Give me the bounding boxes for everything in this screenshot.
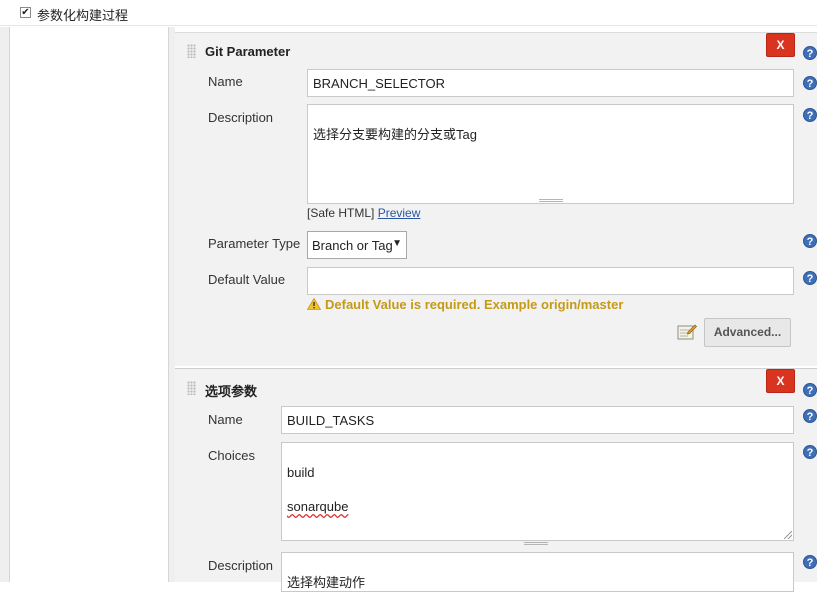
section-header: ✔ 参数化构建过程 [0, 0, 817, 26]
notepad-edit-icon[interactable] [677, 323, 697, 341]
choice-description-textarea[interactable]: 选择构建动作 [281, 552, 794, 592]
git-name-field[interactable]: BRANCH_SELECTOR [307, 69, 794, 97]
drag-handle-icon[interactable] [187, 381, 196, 395]
help-icon[interactable]: ? [803, 108, 817, 122]
help-icon[interactable]: ? [803, 234, 817, 248]
choices-label: Choices [208, 448, 255, 463]
safe-html-text: [Safe HTML] [307, 206, 375, 220]
advanced-button[interactable]: Advanced... [704, 318, 791, 347]
default-value-field[interactable] [307, 267, 794, 295]
parameter-type-label: Parameter Type [208, 236, 301, 251]
help-icon[interactable]: ? [803, 76, 817, 90]
textarea-resize-handle[interactable] [784, 531, 792, 539]
choice-parameter-block: 选项参数 X ? Name BUILD_TASKS ? Choices buil… [175, 368, 817, 592]
textarea-resize-bar[interactable] [524, 542, 548, 545]
name-label: Name [208, 412, 243, 427]
parameterized-build-checkbox[interactable]: ✔ [20, 7, 31, 18]
warning-text: Default Value is required. Example origi… [325, 297, 624, 312]
help-icon[interactable]: ? [803, 555, 817, 569]
safe-html-note: [Safe HTML] Preview [307, 206, 420, 220]
name-label: Name [208, 74, 243, 89]
parameterized-build-label: 参数化构建过程 [37, 8, 129, 23]
choice-name-field[interactable]: BUILD_TASKS [281, 406, 794, 434]
parameter-type-value: Branch or Tag [312, 238, 393, 253]
git-description-text: 选择分支要构建的分支或Tag [313, 127, 477, 142]
choice-item: sonarqube [287, 499, 349, 514]
middle-rail [168, 27, 175, 582]
choice-parameter-title: 选项参数 [205, 384, 258, 399]
delete-choice-parameter-button[interactable]: X [766, 369, 795, 393]
help-icon[interactable]: ? [803, 383, 817, 397]
git-parameter-block: Git Parameter X ? Name BRANCH_SELECTOR ?… [175, 32, 817, 366]
dropdown-arrow-icon: ▼ [392, 238, 402, 249]
help-icon[interactable]: ? [803, 271, 817, 285]
choices-textarea[interactable]: build sonarqube [281, 442, 794, 541]
label-column [10, 27, 170, 582]
choice-item: build [287, 465, 315, 480]
git-description-textarea[interactable]: 选择分支要构建的分支或Tag [307, 104, 794, 204]
drag-handle-icon[interactable] [187, 44, 196, 58]
warning-icon [307, 298, 321, 310]
description-label: Description [208, 558, 274, 573]
preview-link[interactable]: Preview [378, 206, 421, 220]
choice-description-text: 选择构建动作 [287, 575, 366, 590]
description-label: Description [208, 110, 274, 125]
default-value-warning: Default Value is required. Example origi… [307, 297, 623, 312]
git-parameter-title: Git Parameter [205, 44, 291, 59]
help-icon[interactable]: ? [803, 46, 817, 60]
help-icon[interactable]: ? [803, 409, 817, 423]
default-value-label: Default Value [208, 272, 286, 287]
delete-git-parameter-button[interactable]: X [766, 33, 795, 57]
left-rail [0, 27, 10, 582]
help-icon[interactable]: ? [803, 445, 817, 459]
textarea-resize-bar[interactable] [538, 199, 563, 202]
parameter-type-select[interactable]: Branch or Tag ▼ [307, 231, 407, 259]
